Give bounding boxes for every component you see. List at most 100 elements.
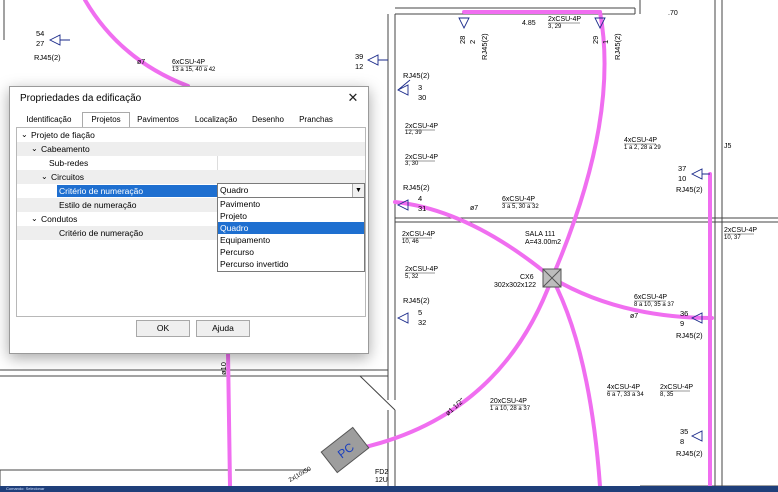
- tree-label: Projeto de fiação: [31, 130, 95, 140]
- outlet-tag: RJ45(2): [34, 53, 61, 62]
- status-text: Comando: Selecionar: [6, 486, 45, 491]
- tree-row-circuitos[interactable]: ⌄ Circuitos: [17, 170, 365, 184]
- cable-sub: 3 a 5, 30 a 32: [502, 204, 539, 210]
- cable-sub: 8, 35: [660, 392, 674, 398]
- tab-identificacao[interactable]: Identificação: [18, 113, 80, 126]
- tree-label: Estilo de numeração: [59, 200, 137, 210]
- outlet-number: 5: [418, 308, 422, 317]
- option-quadro[interactable]: Quadro: [218, 222, 364, 234]
- tab-pavimentos[interactable]: Pavimentos: [130, 113, 186, 126]
- tree-row-cabeamento[interactable]: ⌄ Cabeamento: [17, 142, 365, 156]
- chevron-down-icon[interactable]: ⌄: [41, 170, 48, 184]
- outlet-tag: RJ45(2): [613, 33, 622, 60]
- angle-label: ø7: [630, 313, 638, 320]
- tab-pranchas[interactable]: Pranchas: [292, 113, 340, 126]
- room-name: SALA 111: [525, 231, 555, 238]
- outlet-number: 35: [680, 427, 688, 436]
- tree-label: Circuitos: [51, 172, 85, 182]
- outlet-tag: RJ45(2): [676, 331, 703, 340]
- cable-sub: 3, 30: [405, 161, 419, 167]
- tree-label: Sub-redes: [49, 158, 89, 168]
- cable-main: 2xCSU-4P: [548, 16, 581, 23]
- cable-main: 2xCSU-4P: [405, 123, 438, 130]
- cable-main: 4xCSU-4P: [607, 384, 640, 391]
- tree-label: Critério de numeração: [59, 186, 144, 196]
- outlet-tag: RJ45(2): [403, 71, 430, 80]
- outlet-number: 31: [418, 204, 426, 213]
- chevron-down-icon[interactable]: ▼: [352, 184, 364, 197]
- cable-main: 2xCSU-4P: [724, 227, 757, 234]
- bottom-label: 2x(10x50: [288, 466, 313, 484]
- cable-main: 6xCSU-4P: [172, 59, 205, 66]
- outlet-number: 30: [418, 93, 426, 102]
- chevron-down-icon[interactable]: ⌄: [31, 142, 38, 156]
- tab-localizacao[interactable]: Localização: [188, 113, 244, 126]
- pipe-label: ø1 1/2": [445, 397, 467, 417]
- outlet-number: 28: [458, 36, 467, 44]
- outlet-number: 37: [678, 164, 686, 173]
- room-area: A=43.00m2: [525, 239, 561, 246]
- vertical-label: ø10: [219, 362, 228, 375]
- box-size: 302x302x122: [494, 282, 536, 289]
- chevron-down-icon[interactable]: ⌄: [21, 128, 28, 142]
- cable-sub: 10, 37: [724, 235, 741, 241]
- outlet-number: 4: [418, 194, 422, 203]
- tree-row-sub-redes[interactable]: Sub-redes: [17, 156, 365, 170]
- outlet-number: 29: [591, 36, 600, 44]
- angle-label: ø7: [137, 59, 145, 66]
- cable-main: 2xCSU-4P: [402, 231, 435, 238]
- select-value: Quadro: [220, 185, 249, 195]
- outlet-tag: RJ45(2): [676, 449, 703, 458]
- cable-main: 2xCSU-4P: [405, 266, 438, 273]
- numbering-criteria-select[interactable]: Quadro ▼: [217, 183, 365, 198]
- tree-row-projeto-fiacao[interactable]: ⌄ Projeto de fiação: [17, 128, 365, 142]
- cable-sub: 1 a 10, 28 a 37: [490, 406, 531, 412]
- chevron-down-icon[interactable]: ⌄: [31, 212, 38, 226]
- tab-projetos[interactable]: Projetos: [82, 112, 130, 127]
- cable-main: 2xCSU-4P: [405, 154, 438, 161]
- cable-sub: 6 a 7, 33 a 34: [607, 392, 644, 398]
- outlet-tag: RJ45(2): [403, 183, 430, 192]
- tab-desenho[interactable]: Desenho: [246, 113, 290, 126]
- option-projeto[interactable]: Projeto: [218, 210, 364, 222]
- angle-label: ø7: [470, 205, 478, 212]
- cable-sub: 8 a 10, 35 a 37: [634, 302, 675, 308]
- outlet-number: 12: [355, 62, 363, 71]
- cable-main: 6xCSU-4P: [634, 294, 667, 301]
- option-percurso[interactable]: Percurso: [218, 246, 364, 258]
- pc-panel[interactable]: PC: [320, 426, 370, 474]
- numbering-criteria-dropdown[interactable]: Pavimento Projeto Quadro Equipamento Per…: [217, 197, 365, 272]
- outlet-number: 27: [36, 39, 44, 48]
- outlet-number: 3: [418, 83, 422, 92]
- tree-label: Condutos: [41, 214, 78, 224]
- cable-main: 2xCSU-4P: [660, 384, 693, 391]
- outlet-number: 54: [36, 29, 44, 38]
- cable-sub: 1 a 2, 28 a 29: [624, 145, 661, 151]
- dialog-title: Propriedades da edificação: [20, 93, 142, 104]
- outlet-number: 8: [680, 437, 684, 446]
- tab-bar: Identificação Projetos Pavimentos Locali…: [16, 112, 362, 127]
- building-properties-dialog[interactable]: Propriedades da edificação ✕ Identificaç…: [9, 86, 369, 354]
- outlet-number: 9: [680, 319, 684, 328]
- status-bar: Comando: Selecionar: [0, 486, 778, 492]
- cable-sub: 3, 29: [548, 24, 562, 30]
- option-equipamento[interactable]: Equipamento: [218, 234, 364, 246]
- tree-label: Critério de numeração: [59, 228, 144, 238]
- help-button[interactable]: Ajuda: [196, 320, 250, 337]
- outlet-number: 36: [680, 309, 688, 318]
- cable-sub: 12, 39: [405, 130, 422, 136]
- close-icon[interactable]: ✕: [344, 89, 362, 107]
- option-percurso-invertido[interactable]: Percurso invertido: [218, 258, 364, 270]
- outlet-tag: RJ45(2): [480, 33, 489, 60]
- cable-sub: 13 a 15, 40 a 42: [172, 67, 216, 73]
- cx6-box[interactable]: [542, 268, 562, 288]
- cable-main: 4xCSU-4P: [624, 137, 657, 144]
- outlet-number: 10: [678, 174, 686, 183]
- option-pavimento[interactable]: Pavimento: [218, 198, 364, 210]
- outlet-number: 39: [355, 52, 363, 61]
- wall-label: J5: [724, 143, 732, 150]
- outlet-number: 1: [601, 40, 610, 44]
- cable-main: 6xCSU-4P: [502, 196, 535, 203]
- fd-sub: 12U: [375, 477, 388, 484]
- ok-button[interactable]: OK: [136, 320, 190, 337]
